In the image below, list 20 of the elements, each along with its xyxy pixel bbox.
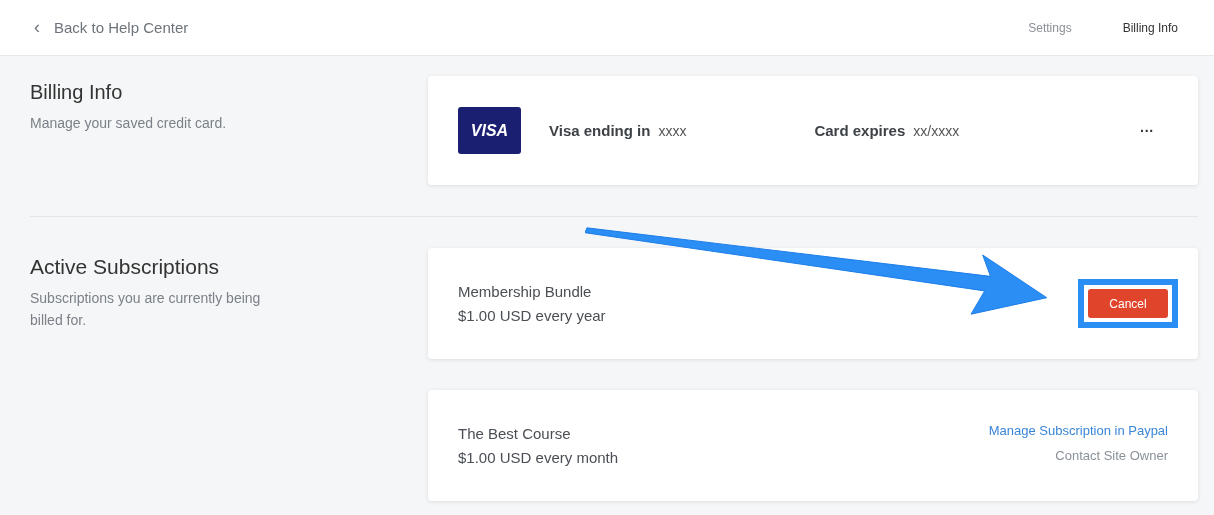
section-title: Billing Info: [30, 81, 124, 104]
subscription-price: $1.00 USD every month: [458, 447, 619, 468]
section-description: Subscriptions you are currently being billed for.: [30, 289, 262, 330]
cancel-button[interactable]: Cancel: [1088, 289, 1168, 318]
subscription-name: Membership Bundle: [458, 281, 593, 302]
manage-paypal-link[interactable]: Manage Subscription in Paypal: [988, 422, 1168, 438]
card-ending-label: Visa ending in: [549, 122, 651, 139]
nav-link[interactable]: Billing Info: [1122, 20, 1178, 35]
subscription-price: $1.00 USD every year: [458, 305, 606, 326]
card-ending-value: xxxx: [658, 122, 687, 139]
back-link[interactable]: ‹ Back to Help Center: [34, 17, 189, 38]
card-expires-value: xx/xxxx: [913, 122, 960, 139]
nav-link[interactable]: Settings: [1028, 20, 1072, 35]
card-expires-label: Card expires: [814, 122, 906, 139]
subscription-name: The Best Course: [458, 423, 572, 444]
section-description: Manage your saved credit card.: [30, 114, 228, 133]
more-options-button[interactable]: ···: [1140, 122, 1154, 139]
section-title: Active Subscriptions: [30, 255, 221, 279]
card-brand-logo: VISA: [458, 107, 521, 154]
contact-owner-link[interactable]: Contact Site Owner: [1055, 447, 1168, 463]
